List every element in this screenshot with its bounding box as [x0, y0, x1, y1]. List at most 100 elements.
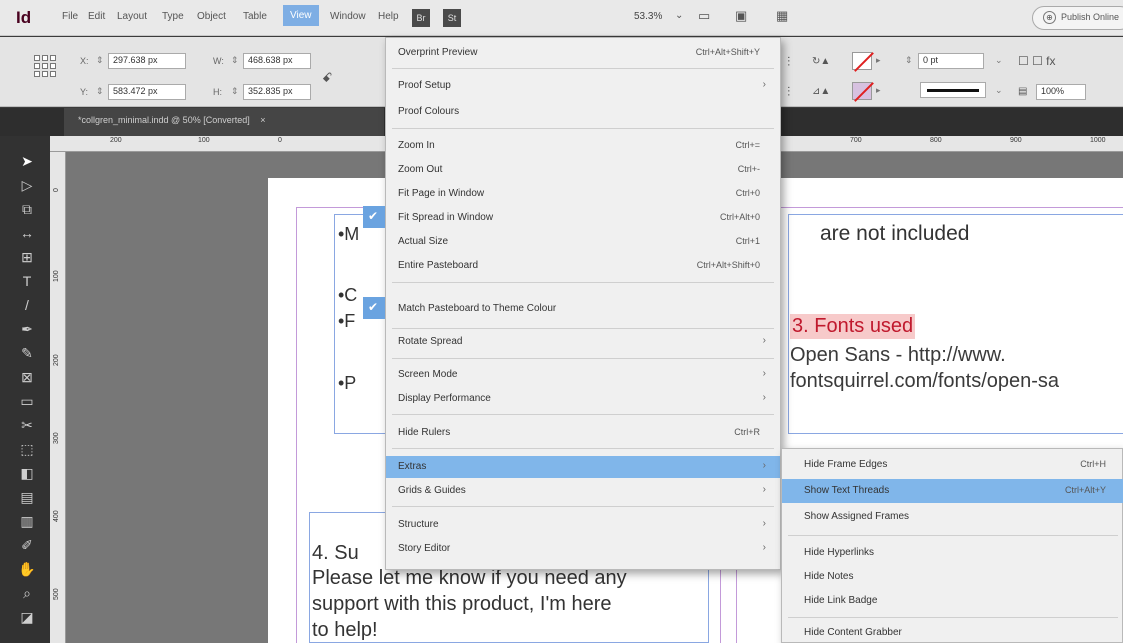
rectangle-frame-tool-icon[interactable]: ⊠: [18, 368, 36, 386]
zoom-tool-icon[interactable]: ⌕: [18, 584, 36, 602]
scale-y-icon[interactable]: ⫶: [787, 84, 790, 100]
menu-item-rotate-spread[interactable]: Rotate Spread ›: [386, 331, 780, 353]
line-tool-icon[interactable]: /: [18, 296, 36, 314]
rectangle-tool-icon[interactable]: ▭: [18, 392, 36, 410]
menu-type[interactable]: Type: [162, 11, 184, 22]
stroke-dropdown-icon[interactable]: ▸: [876, 85, 881, 96]
reference-point-grid[interactable]: [34, 55, 56, 77]
menu-layout[interactable]: Layout: [117, 11, 147, 22]
menu-separator: [392, 506, 774, 507]
menu-separator: [392, 128, 774, 129]
stroke-weight-spinner-icon[interactable]: ⇕: [905, 55, 913, 66]
menu-item-actual-size[interactable]: Actual Size Ctrl+1: [386, 231, 780, 253]
stroke-swatch[interactable]: [852, 82, 872, 100]
menu-item-proof-setup[interactable]: Proof Setup ›: [386, 75, 780, 97]
gap-tool-icon[interactable]: ↔: [18, 224, 36, 242]
menu-help[interactable]: Help: [378, 11, 399, 22]
scissors-tool-icon[interactable]: ✂: [18, 416, 36, 434]
menu-file[interactable]: File: [62, 11, 78, 22]
note-tool-icon[interactable]: ▥: [18, 512, 36, 530]
view-options-icon[interactable]: ▭: [698, 8, 710, 24]
zoom-dropdown-arrow[interactable]: ⌄: [675, 10, 683, 21]
arrange-documents-icon[interactable]: ▦: [776, 8, 788, 24]
vertical-ruler[interactable]: 0 100 200 300 400 500: [50, 152, 66, 643]
menu-item-fit-spread[interactable]: Fit Spread in Window Ctrl+Alt+0: [386, 207, 780, 229]
menu-table[interactable]: Table: [243, 11, 267, 22]
bullet-text: •F: [338, 311, 356, 331]
stock-icon[interactable]: St: [443, 9, 461, 27]
menu-item-entire-pasteboard[interactable]: Entire Pasteboard Ctrl+Alt+Shift+0: [386, 255, 780, 277]
body-text: support with this product, I'm here: [312, 593, 612, 615]
stroke-type-selector[interactable]: [920, 82, 986, 98]
menu-window[interactable]: Window: [330, 11, 366, 22]
menu-item-display-performance[interactable]: Display Performance ›: [386, 388, 780, 410]
menu-item-zoom-in[interactable]: Zoom In Ctrl+=: [386, 135, 780, 157]
gradient-feather-tool-icon[interactable]: ▤: [18, 488, 36, 506]
menu-item-screen-mode[interactable]: Screen Mode ›: [386, 364, 780, 386]
constrain-proportions-icon[interactable]: ꗃ: [322, 70, 332, 86]
pencil-tool-icon[interactable]: ✎: [18, 344, 36, 362]
ruler-label: 500: [53, 588, 60, 600]
shear-icon[interactable]: ⊿▲: [812, 86, 830, 97]
menu-item-hide-notes[interactable]: Hide Notes: [782, 565, 1123, 589]
x-spinner-icon[interactable]: ⇕: [96, 55, 104, 66]
menu-item-hide-rulers[interactable]: Hide Rulers Ctrl+R: [386, 422, 780, 444]
menu-item-match-pasteboard[interactable]: Match Pasteboard to Theme Colour: [386, 298, 780, 320]
menu-item-extras[interactable]: Extras ›: [386, 456, 780, 478]
opacity-field[interactable]: 100%: [1036, 84, 1086, 100]
w-field[interactable]: 468.638 px: [243, 53, 311, 69]
y-field[interactable]: 583.472 px: [108, 84, 186, 100]
content-collector-icon[interactable]: ⊞: [18, 248, 36, 266]
body-text: to help!: [312, 619, 378, 641]
menu-item-hide-content-grabber[interactable]: Hide Content Grabber: [782, 621, 1123, 643]
screen-mode-icon[interactable]: ▣: [735, 8, 747, 24]
stroke-weight-dropdown-icon[interactable]: ⌄: [995, 55, 1003, 66]
x-field[interactable]: 297.638 px: [108, 53, 186, 69]
margin-guide: [296, 207, 297, 643]
selection-tool-icon[interactable]: ➤: [18, 152, 36, 170]
menu-item-fit-page[interactable]: Fit Page in Window Ctrl+0: [386, 183, 780, 205]
menu-item-grids-guides[interactable]: Grids & Guides ›: [386, 480, 780, 502]
menu-item-hide-frame-edges[interactable]: Hide Frame Edges Ctrl+H: [782, 453, 1123, 477]
fill-dropdown-icon[interactable]: ▸: [876, 55, 881, 66]
menu-edit[interactable]: Edit: [88, 11, 105, 22]
body-text: Please let me know if you need any: [312, 567, 627, 589]
scale-x-icon[interactable]: ⫶: [787, 54, 790, 70]
page-tool-icon[interactable]: ⧉: [18, 200, 36, 218]
menu-item-overprint-preview[interactable]: Overprint Preview Ctrl+Alt+Shift+Y: [386, 42, 780, 64]
document-tab[interactable]: *collgren_minimal.indd @ 50% [Converted]…: [64, 108, 384, 136]
opacity-icon[interactable]: ▤: [1018, 86, 1027, 97]
h-field[interactable]: 352.835 px: [243, 84, 311, 100]
w-spinner-icon[interactable]: ⇕: [231, 55, 239, 66]
bridge-icon[interactable]: Br: [412, 9, 430, 27]
checkmark-icon: [363, 206, 385, 228]
stroke-weight-field[interactable]: 0 pt: [918, 53, 984, 69]
free-transform-tool-icon[interactable]: ⬚: [18, 440, 36, 458]
menu-item-zoom-out[interactable]: Zoom Out Ctrl+-: [386, 159, 780, 181]
zoom-level[interactable]: 53.3%: [634, 11, 662, 22]
fill-swatch[interactable]: [852, 52, 872, 70]
menu-view[interactable]: View: [283, 5, 319, 26]
gradient-swatch-tool-icon[interactable]: ◧: [18, 464, 36, 482]
pen-tool-icon[interactable]: ✒: [18, 320, 36, 338]
menu-item-proof-colours[interactable]: Proof Colours: [386, 101, 780, 123]
menu-item-story-editor[interactable]: Story Editor ›: [386, 538, 780, 560]
menu-object[interactable]: Object: [197, 11, 226, 22]
frame-fitting-icon[interactable]: ☐ ☐ fx: [1018, 54, 1056, 68]
menu-item-show-assigned-frames[interactable]: Show Assigned Frames: [782, 505, 1123, 529]
y-spinner-icon[interactable]: ⇕: [96, 86, 104, 97]
menu-item-hide-link-badge[interactable]: Hide Link Badge: [782, 589, 1123, 613]
menu-item-structure[interactable]: Structure ›: [386, 514, 780, 536]
stroke-type-dropdown-icon[interactable]: ⌄: [995, 85, 1003, 96]
h-spinner-icon[interactable]: ⇕: [231, 86, 239, 97]
type-tool-icon[interactable]: T: [18, 272, 36, 290]
menu-item-show-text-threads[interactable]: Show Text Threads Ctrl+Alt+Y: [782, 479, 1123, 503]
eyedropper-tool-icon[interactable]: ✐: [18, 536, 36, 554]
hand-tool-icon[interactable]: ✋: [18, 560, 36, 578]
direct-selection-tool-icon[interactable]: ▷: [18, 176, 36, 194]
fill-stroke-icon[interactable]: ◪: [18, 608, 36, 626]
section-heading: 4. Su: [312, 542, 359, 564]
rotate-icon[interactable]: ↻▲: [812, 56, 830, 67]
menu-item-hide-hyperlinks[interactable]: Hide Hyperlinks: [782, 541, 1123, 565]
close-tab-icon[interactable]: ×: [260, 115, 265, 125]
